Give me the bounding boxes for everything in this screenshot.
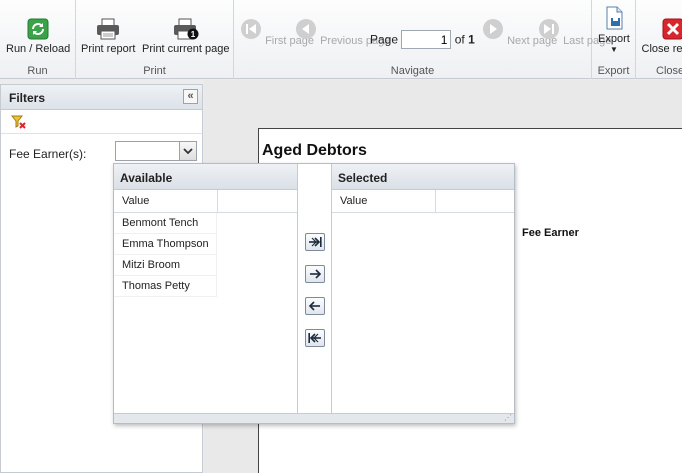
fee-earner-picker-popup: Available Value Benmont Tench Emma Thomp… <box>113 163 515 424</box>
fee-earner-label: Fee Earner(s): <box>9 147 87 161</box>
available-header: Available <box>114 164 297 190</box>
navigate-group: First page Previous page Page of 1 Next … <box>234 0 611 79</box>
selected-header: Selected <box>332 164 514 190</box>
filters-header: Filters « <box>1 85 202 110</box>
print-current-page-label: Print current page <box>142 43 230 55</box>
selected-value-column-label: Value <box>340 195 368 207</box>
filters-toolbar <box>1 110 202 134</box>
available-value-column-header[interactable]: Value <box>114 190 297 213</box>
print-current-page-button[interactable]: 1 Print current page <box>142 18 229 55</box>
close-report-label: Close re <box>641 43 682 55</box>
previous-page-icon <box>296 19 316 39</box>
run-group-label: Run <box>27 65 48 77</box>
collapse-filters-button[interactable]: « <box>183 89 198 104</box>
refresh-icon <box>27 18 49 40</box>
export-dropdown-icon: ▼ <box>609 45 618 54</box>
report-column-header: Fee Earner <box>522 227 579 239</box>
arrow-right-icon <box>310 269 322 279</box>
list-item[interactable]: Thomas Petty <box>114 276 217 297</box>
total-pages: 1 <box>468 32 475 47</box>
report-title: Aged Debtors <box>262 142 367 159</box>
printer-icon <box>97 18 120 40</box>
clear-filter-icon[interactable] <box>10 114 27 130</box>
run-group: Run / Reload Run <box>0 0 76 79</box>
list-item[interactable]: Mitzi Broom <box>114 255 217 276</box>
move-all-left-icon <box>308 333 321 343</box>
move-all-left-button[interactable] <box>305 329 325 347</box>
arrow-left-icon <box>308 301 320 311</box>
first-page-icon <box>241 19 261 39</box>
print-report-button[interactable]: Print report <box>81 18 135 55</box>
export-label: Export <box>598 33 630 45</box>
export-group-label: Export <box>597 65 630 77</box>
selected-list-panel: Selected Value <box>332 164 514 414</box>
chevron-down-icon <box>183 148 193 155</box>
selected-value-column-header[interactable]: Value <box>332 190 514 213</box>
print-group-label: Print <box>143 65 166 77</box>
export-document-icon <box>606 6 623 30</box>
available-list-panel: Available Value Benmont Tench Emma Thomp… <box>114 164 298 414</box>
move-all-right-icon <box>309 237 322 247</box>
of-label: of <box>454 32 465 47</box>
next-page-icon <box>483 19 503 39</box>
list-item[interactable]: Benmont Tench <box>114 213 217 234</box>
printer-page-icon: 1 <box>173 18 199 40</box>
last-page-icon <box>539 19 559 39</box>
resize-grip-icon[interactable]: ⋰ <box>504 414 512 422</box>
export-group: Export ▼ Export <box>592 0 636 79</box>
available-value-column-label: Value <box>122 195 150 207</box>
filters-title: Filters <box>9 91 46 105</box>
print-report-label: Print report <box>81 43 136 55</box>
close-icon <box>662 18 682 40</box>
move-all-right-button[interactable] <box>305 233 325 251</box>
print-group: Print report 1 Print current page Print <box>76 0 234 79</box>
page-number-input[interactable] <box>401 30 452 49</box>
move-right-button[interactable] <box>305 265 325 283</box>
svg-text:1: 1 <box>190 30 195 39</box>
export-button[interactable]: Export ▼ <box>598 6 630 55</box>
fee-earner-select[interactable] <box>115 141 197 161</box>
page-label: Page <box>370 32 399 47</box>
list-item[interactable]: Emma Thompson <box>114 234 217 255</box>
available-list: Benmont Tench Emma Thompson Mitzi Broom … <box>114 213 297 297</box>
close-report-button[interactable]: Close re <box>640 18 682 55</box>
run-reload-label: Run / Reload <box>6 43 71 55</box>
move-buttons-column <box>298 164 332 414</box>
navigate-group-label: Navigate <box>390 65 435 77</box>
close-group-label: Close <box>656 65 682 77</box>
close-group: Close re Close <box>636 0 682 79</box>
move-left-button[interactable] <box>305 297 325 315</box>
page-indicator: Page of 1 <box>370 30 475 49</box>
run-reload-button[interactable]: Run / Reload <box>6 18 70 55</box>
double-chevron-left-icon: « <box>187 90 194 102</box>
ribbon-toolbar: Run / Reload Run Print report 1 Print cu… <box>0 0 682 79</box>
fee-earner-dropdown-button[interactable] <box>179 142 196 160</box>
popup-footer: ⋰ <box>114 413 514 423</box>
